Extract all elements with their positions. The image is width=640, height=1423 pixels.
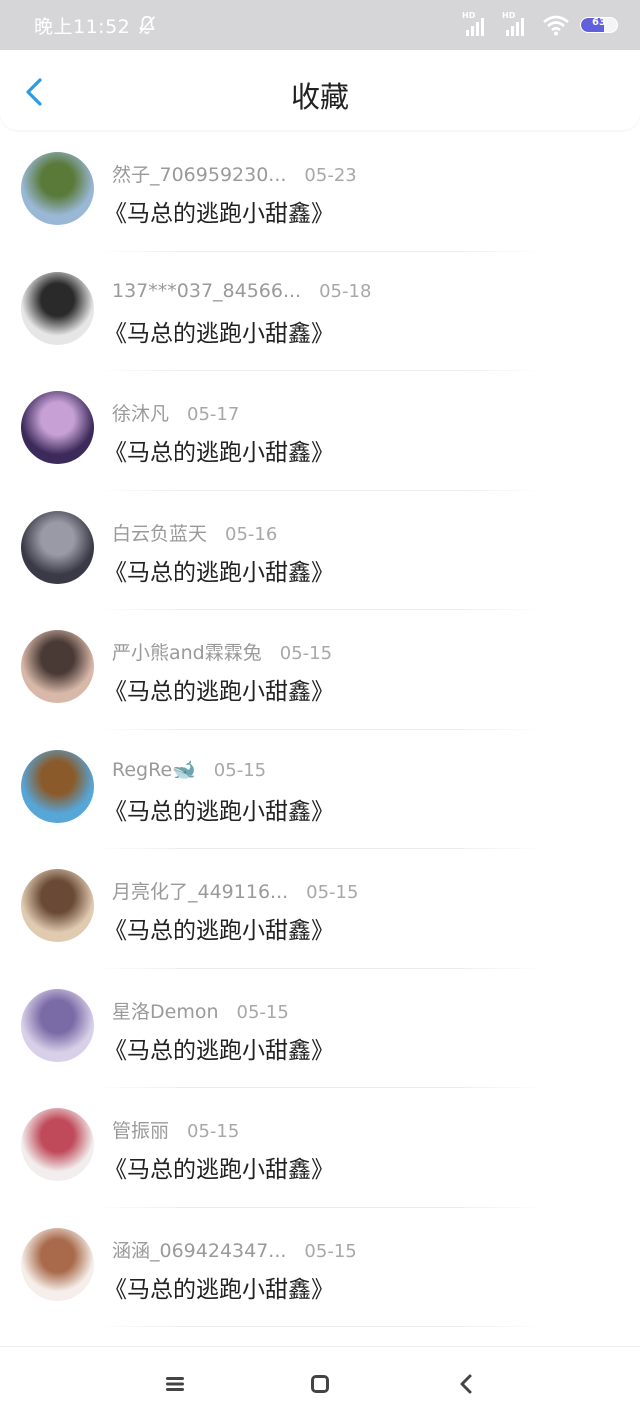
avatar[interactable] bbox=[21, 391, 94, 464]
book-title[interactable]: 《马总的逃跑小甜鑫》 bbox=[104, 911, 334, 945]
user-name[interactable]: 严小熊and霖霖兔 bbox=[112, 638, 262, 665]
home-icon[interactable] bbox=[310, 1374, 330, 1394]
favorite-item[interactable]: 管振丽 05-15 《马总的逃跑小甜鑫》 bbox=[0, 1088, 640, 1208]
book-title[interactable]: 《马总的逃跑小甜鑫》 bbox=[104, 194, 334, 228]
user-name[interactable]: 137***037_84566... bbox=[112, 280, 301, 302]
divider bbox=[96, 1326, 544, 1327]
favorite-meta: RegRe🐋 05-15 bbox=[112, 758, 266, 781]
favorite-date: 05-23 bbox=[304, 165, 357, 186]
avatar[interactable] bbox=[21, 510, 94, 584]
avatar[interactable] bbox=[21, 749, 94, 823]
user-name[interactable]: 然子_706959230... bbox=[112, 160, 286, 187]
avatar[interactable] bbox=[21, 271, 94, 345]
user-name[interactable]: 涵涵_069424347... bbox=[112, 1236, 286, 1263]
favorite-date: 05-15 bbox=[306, 882, 359, 903]
favorite-item[interactable]: 严小熊and霖霖兔 05-15 《马总的逃跑小甜鑫》 bbox=[0, 610, 640, 730]
battery-indicator: 63 bbox=[580, 17, 618, 33]
favorite-date: 05-15 bbox=[187, 1121, 240, 1142]
favorite-meta: 严小熊and霖霖兔 05-15 bbox=[112, 638, 332, 665]
favorite-meta: 月亮化了_449116... 05-15 bbox=[112, 877, 358, 904]
favorite-meta: 然子_706959230... 05-23 bbox=[112, 160, 357, 187]
favorite-item[interactable]: 然子_706959230... 05-23 《马总的逃跑小甜鑫》 bbox=[0, 132, 640, 252]
avatar[interactable] bbox=[21, 152, 94, 225]
page-title: 收藏 bbox=[290, 80, 349, 114]
favorite-item[interactable]: 星洛Demon 05-15 《马总的逃跑小甜鑫》 bbox=[0, 969, 640, 1088]
book-title[interactable]: 《马总的逃跑小甜鑫》 bbox=[104, 553, 334, 587]
favorite-meta: 137***037_84566... 05-18 bbox=[112, 280, 371, 302]
wifi-icon bbox=[543, 15, 569, 36]
book-title[interactable]: 《马总的逃跑小甜鑫》 bbox=[104, 1270, 334, 1304]
cell-signal-icon: HD bbox=[502, 11, 532, 36]
book-title[interactable]: 《马总的逃跑小甜鑫》 bbox=[104, 1031, 334, 1065]
book-title[interactable]: 《马总的逃跑小甜鑫》 bbox=[104, 1150, 334, 1184]
user-name[interactable]: 月亮化了_449116... bbox=[112, 877, 288, 904]
avatar[interactable] bbox=[21, 1227, 94, 1301]
favorite-date: 05-16 bbox=[225, 523, 278, 545]
cell-signal-icon: HD bbox=[462, 11, 492, 36]
favorite-date: 05-15 bbox=[279, 643, 333, 664]
user-name[interactable]: 管振丽 bbox=[112, 1116, 169, 1143]
favorite-meta: 徐沐凡 05-17 bbox=[112, 399, 239, 426]
avatar[interactable] bbox=[21, 869, 94, 942]
mute-bell-icon bbox=[139, 15, 156, 35]
back-icon[interactable] bbox=[456, 1373, 476, 1395]
favorite-date: 05-17 bbox=[187, 404, 240, 425]
favorite-meta: 星洛Demon 05-15 bbox=[112, 997, 289, 1024]
favorite-item[interactable]: 白云负蓝天 05-16 《马总的逃跑小甜鑫》 bbox=[0, 491, 640, 610]
user-name[interactable]: RegRe🐋 bbox=[112, 758, 196, 781]
favorite-meta: 涵涵_069424347... 05-15 bbox=[112, 1236, 357, 1263]
favorite-item[interactable]: 徐沐凡 05-17 《马总的逃跑小甜鑫》 bbox=[0, 371, 640, 491]
status-time: 晚上11:52 bbox=[34, 15, 131, 38]
menu-icon[interactable] bbox=[164, 1374, 186, 1394]
user-name[interactable]: 白云负蓝天 bbox=[112, 519, 207, 546]
avatar[interactable] bbox=[21, 988, 94, 1062]
status-bar: 晚上11:52 HD HD 63 bbox=[0, 0, 640, 50]
user-name[interactable]: 星洛Demon bbox=[112, 997, 219, 1024]
favorite-item[interactable]: RegRe🐋 05-15 《马总的逃跑小甜鑫》 bbox=[0, 730, 640, 849]
system-nav-bar bbox=[0, 1346, 640, 1423]
book-title[interactable]: 《马总的逃跑小甜鑫》 bbox=[104, 314, 334, 348]
favorite-item[interactable]: 137***037_84566... 05-18 《马总的逃跑小甜鑫》 bbox=[0, 252, 640, 371]
book-title[interactable]: 《马总的逃跑小甜鑫》 bbox=[104, 433, 334, 467]
book-title[interactable]: 《马总的逃跑小甜鑫》 bbox=[104, 792, 334, 826]
avatar[interactable] bbox=[21, 630, 94, 703]
favorite-date: 05-15 bbox=[236, 1001, 289, 1023]
favorite-meta: 白云负蓝天 05-16 bbox=[112, 519, 277, 546]
favorites-list: 然子_706959230... 05-23 《马总的逃跑小甜鑫》 137***037_… bbox=[0, 132, 640, 1327]
avatar[interactable] bbox=[21, 1108, 94, 1181]
favorite-meta: 管振丽 05-15 bbox=[112, 1116, 239, 1143]
user-name[interactable]: 徐沐凡 bbox=[112, 399, 169, 426]
favorite-date: 05-15 bbox=[304, 1240, 357, 1262]
app-header: 收藏 bbox=[0, 50, 640, 130]
book-title[interactable]: 《马总的逃跑小甜鑫》 bbox=[104, 672, 334, 706]
favorite-item[interactable]: 月亮化了_449116... 05-15 《马总的逃跑小甜鑫》 bbox=[0, 849, 640, 969]
favorite-item[interactable]: 涵涵_069424347... 05-15 《马总的逃跑小甜鑫》 bbox=[0, 1208, 640, 1327]
favorite-date: 05-18 bbox=[319, 280, 372, 302]
favorite-date: 05-15 bbox=[213, 759, 267, 781]
